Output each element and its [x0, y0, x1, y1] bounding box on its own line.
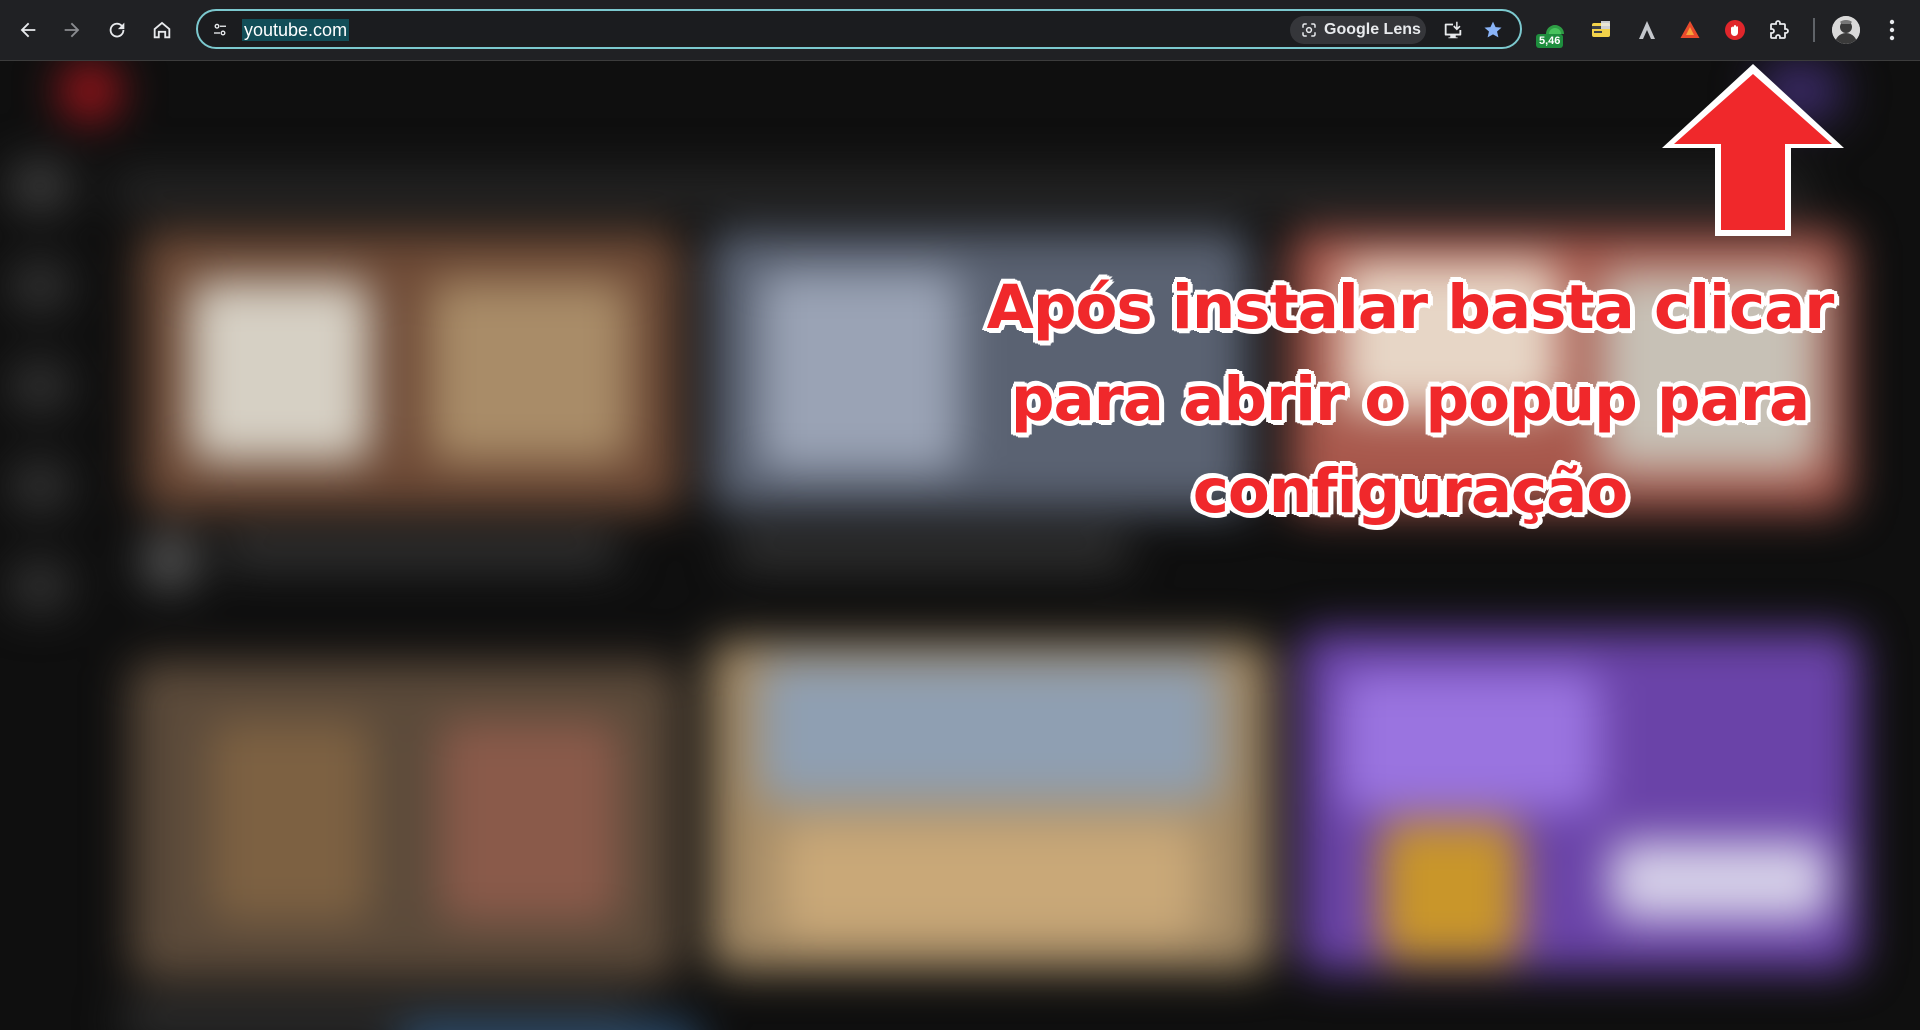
bookmark-star-icon — [1484, 21, 1502, 38]
extension-red-triangle-button[interactable] — [1675, 15, 1705, 45]
extension-icon — [1639, 21, 1655, 39]
blurred-youtube-page — [0, 61, 1920, 1030]
reload-button[interactable] — [99, 12, 135, 48]
google-lens-icon — [1302, 23, 1316, 37]
google-lens-label: Google Lens — [1324, 21, 1421, 38]
annotation-line-2: para abrir o popup para — [1010, 364, 1810, 435]
site-info-icon — [214, 23, 226, 36]
extension-badge: 5,46 — [1536, 34, 1564, 48]
extension-icon — [1680, 21, 1700, 38]
browser-menu-button[interactable] — [1880, 14, 1904, 46]
extension-gray-a-button[interactable] — [1632, 15, 1662, 45]
kebab-menu-icon — [1889, 19, 1895, 41]
home-icon — [153, 21, 171, 39]
browser-toolbar: youtube.com Google Lens 5,46 — [0, 0, 1920, 61]
forward-arrow-icon — [64, 22, 80, 38]
annotation-line-3: configuração — [1192, 456, 1629, 527]
extension-red-hand-button[interactable] — [1720, 15, 1750, 45]
extension-card-button[interactable] — [1586, 15, 1616, 45]
site-info-button[interactable] — [208, 18, 232, 42]
toolbar-divider — [1813, 18, 1815, 42]
avatar-image — [1832, 16, 1860, 44]
extension-icon — [1592, 21, 1610, 37]
extensions-menu-button[interactable] — [1765, 15, 1795, 45]
annotation-line-1: Após instalar basta clicar — [986, 272, 1835, 343]
forward-button[interactable] — [54, 12, 90, 48]
back-button[interactable] — [10, 12, 46, 48]
puzzle-extensions-icon — [1770, 20, 1789, 39]
install-app-button[interactable] — [1440, 17, 1466, 43]
back-arrow-icon — [20, 22, 36, 38]
google-lens-button[interactable]: Google Lens — [1290, 16, 1426, 44]
install-app-icon — [1444, 21, 1462, 39]
extension-icon — [1725, 20, 1745, 40]
profile-avatar[interactable] — [1832, 16, 1860, 44]
url-text[interactable]: youtube.com — [242, 19, 350, 41]
reload-icon — [109, 22, 125, 38]
bookmark-button[interactable] — [1480, 17, 1506, 43]
annotation-arrow-up-icon — [1662, 64, 1844, 236]
home-button[interactable] — [144, 12, 180, 48]
address-bar[interactable]: youtube.com Google Lens — [196, 9, 1522, 49]
annotation-text: Após instalar basta clicar para abrir o … — [980, 262, 1840, 538]
blurred-video-grid — [0, 61, 1920, 1030]
